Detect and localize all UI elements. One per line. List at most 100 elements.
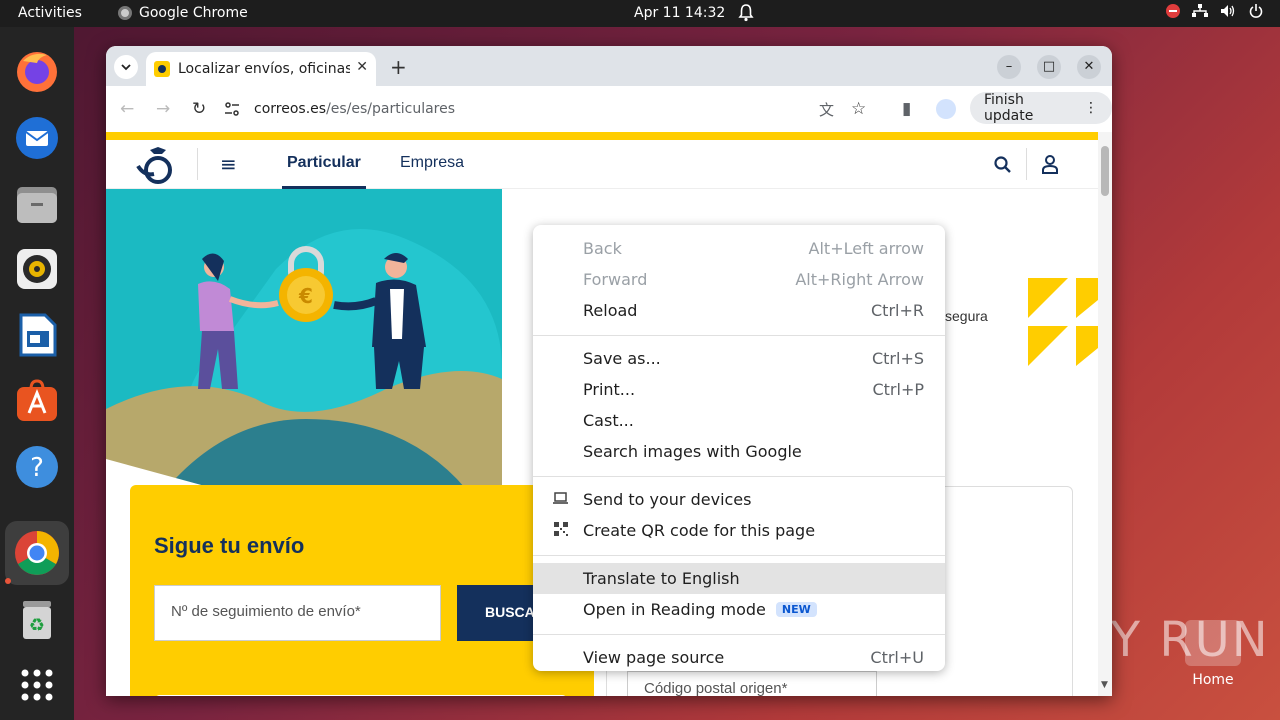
tab-correos[interactable]: Localizar envíos, oficinas ✕ [146,52,376,86]
next-card-edge [154,695,568,696]
menu-item-search-images[interactable]: Search images with Google [533,436,945,467]
menu-item-label: Translate to English [583,569,740,588]
dock: ? ♻ [0,27,74,720]
google-chrome-icon[interactable] [5,521,69,585]
top-accent-bar [106,132,1098,140]
menu-item-label: Save as... [583,349,661,368]
app-center-icon[interactable] [13,377,61,425]
power-icon [1249,4,1263,18]
menu-item-back[interactable]: Back Alt+Left arrow [533,233,945,264]
nav-empresa[interactable]: Empresa [400,154,464,172]
show-apps-icon[interactable] [13,661,61,709]
menu-item-label: Reload [583,301,638,320]
forward-arrow-icon[interactable]: → [156,99,170,119]
kebab-menu-icon: ⋮ [1084,100,1098,116]
menu-item-forward[interactable]: Forward Alt+Right Arrow [533,264,945,295]
app-menu[interactable]: Google Chrome [118,5,248,21]
menu-item-cast[interactable]: Cast... [533,405,945,436]
scrollbar-thumb[interactable] [1101,146,1109,196]
menu-item-shortcut: Ctrl+U [870,648,924,667]
bookmark-star-icon[interactable]: ☆ [851,99,866,119]
tab-search-button[interactable] [114,55,138,79]
menu-item-shortcut: Ctrl+P [872,380,924,399]
tab-close-icon[interactable]: ✕ [356,59,368,75]
menu-item-send-to-devices[interactable]: Send to your devices [533,484,945,515]
menu-item-label: Send to your devices [583,490,752,509]
menu-item-save-as[interactable]: Save as... Ctrl+S [533,343,945,374]
postal-code-origin-field[interactable]: Código postal origen* [627,671,877,696]
minimize-button[interactable]: – [997,55,1021,79]
tracking-title: Sigue tu envío [154,533,305,558]
libreoffice-writer-icon[interactable] [13,311,61,359]
browser-toolbar: ← → ↻ correos.es/es/es/particulares 文 ☆ … [106,86,1112,132]
svg-text:€: € [298,284,313,308]
tab-title: Localizar envíos, oficinas [178,61,350,77]
tracking-card: Sigue tu envío Nº de seguimiento de enví… [130,485,594,696]
system-tray[interactable] [1166,4,1264,18]
menu-item-reload[interactable]: Reload Ctrl+R [533,295,945,326]
help-icon[interactable]: ? [13,443,61,491]
menu-item-translate[interactable]: Translate to English [533,563,945,594]
menu-item-label-wrap: Open in Reading mode NEW [583,600,817,619]
chrome-app-icon [118,6,132,20]
close-window-button[interactable]: ✕ [1077,55,1101,79]
address-bar[interactable]: correos.es/es/es/particulares [224,93,884,125]
volume-icon [1221,5,1235,17]
tracking-number-input[interactable]: Nº de seguimiento de envío* [154,585,441,641]
menu-separator [533,634,945,635]
files-icon[interactable] [13,179,61,227]
nav-particular[interactable]: Particular [287,154,361,172]
clock[interactable]: Apr 11 14:32 [634,5,725,21]
trash-icon[interactable]: ♻ [13,595,61,643]
correos-logo-icon[interactable] [136,146,180,184]
notification-bell-icon[interactable] [738,4,754,22]
menu-item-shortcut: Ctrl+R [871,301,924,320]
rhythmbox-icon[interactable] [13,245,61,293]
new-badge: NEW [775,602,817,617]
running-indicator [5,578,11,584]
search-icon[interactable] [994,156,1012,174]
url-host: correos.es [254,101,327,117]
finish-update-label: Finish update [984,92,1034,124]
qr-code-icon [554,522,568,536]
menu-item-label: Forward [583,270,648,289]
svg-text:?: ? [30,453,44,483]
hero-text-partial: segura [945,308,988,324]
profile-avatar-icon[interactable] [936,99,956,119]
menu-item-label: Print... [583,380,636,399]
menu-item-qr-code[interactable]: Create QR code for this page [533,515,945,546]
page-scrollbar[interactable]: ▼ [1098,132,1112,696]
menu-item-print[interactable]: Print... Ctrl+P [533,374,945,405]
context-menu: Back Alt+Left arrow Forward Alt+Right Ar… [533,225,945,671]
home-desktop-icon[interactable]: Home [1183,620,1243,688]
reload-icon[interactable]: ↻ [192,99,206,119]
hero-illustration: € [106,189,502,489]
firefox-icon[interactable] [13,47,61,95]
svg-text:♻: ♻ [29,615,45,636]
back-arrow-icon[interactable]: ← [120,99,134,119]
translate-icon[interactable]: 文 [819,99,834,120]
finish-update-button[interactable]: Finish update ⋮ [970,92,1112,124]
nav-divider [197,148,198,180]
menu-item-shortcut: Ctrl+S [871,349,924,368]
site-nav: ≡ Particular Empresa [106,140,1098,189]
side-panel-icon[interactable]: ▮ [902,99,911,119]
menu-item-label: Create QR code for this page [583,521,816,540]
url-path: /es/es/particulares [326,101,456,117]
menu-item-label: Search images with Google [583,442,802,461]
maximize-button[interactable]: □ [1037,55,1061,79]
scroll-down-arrow-icon[interactable]: ▼ [1101,680,1108,690]
site-info-icon[interactable] [224,101,240,117]
menu-item-reading-mode[interactable]: Open in Reading mode NEW [533,594,945,625]
do-not-disturb-icon [1166,4,1180,18]
menu-item-view-source[interactable]: View page source Ctrl+U [533,642,945,671]
hamburger-menu-icon[interactable]: ≡ [220,152,237,176]
user-account-icon[interactable] [1041,155,1059,174]
home-label: Home [1192,672,1234,688]
activities-button[interactable]: Activities [18,5,82,21]
thunderbird-icon[interactable] [13,113,61,161]
new-tab-plus-icon[interactable]: + [390,55,407,79]
menu-item-label: Back [583,239,622,258]
menu-item-label: Cast... [583,411,634,430]
nav-divider-right [1026,148,1027,180]
